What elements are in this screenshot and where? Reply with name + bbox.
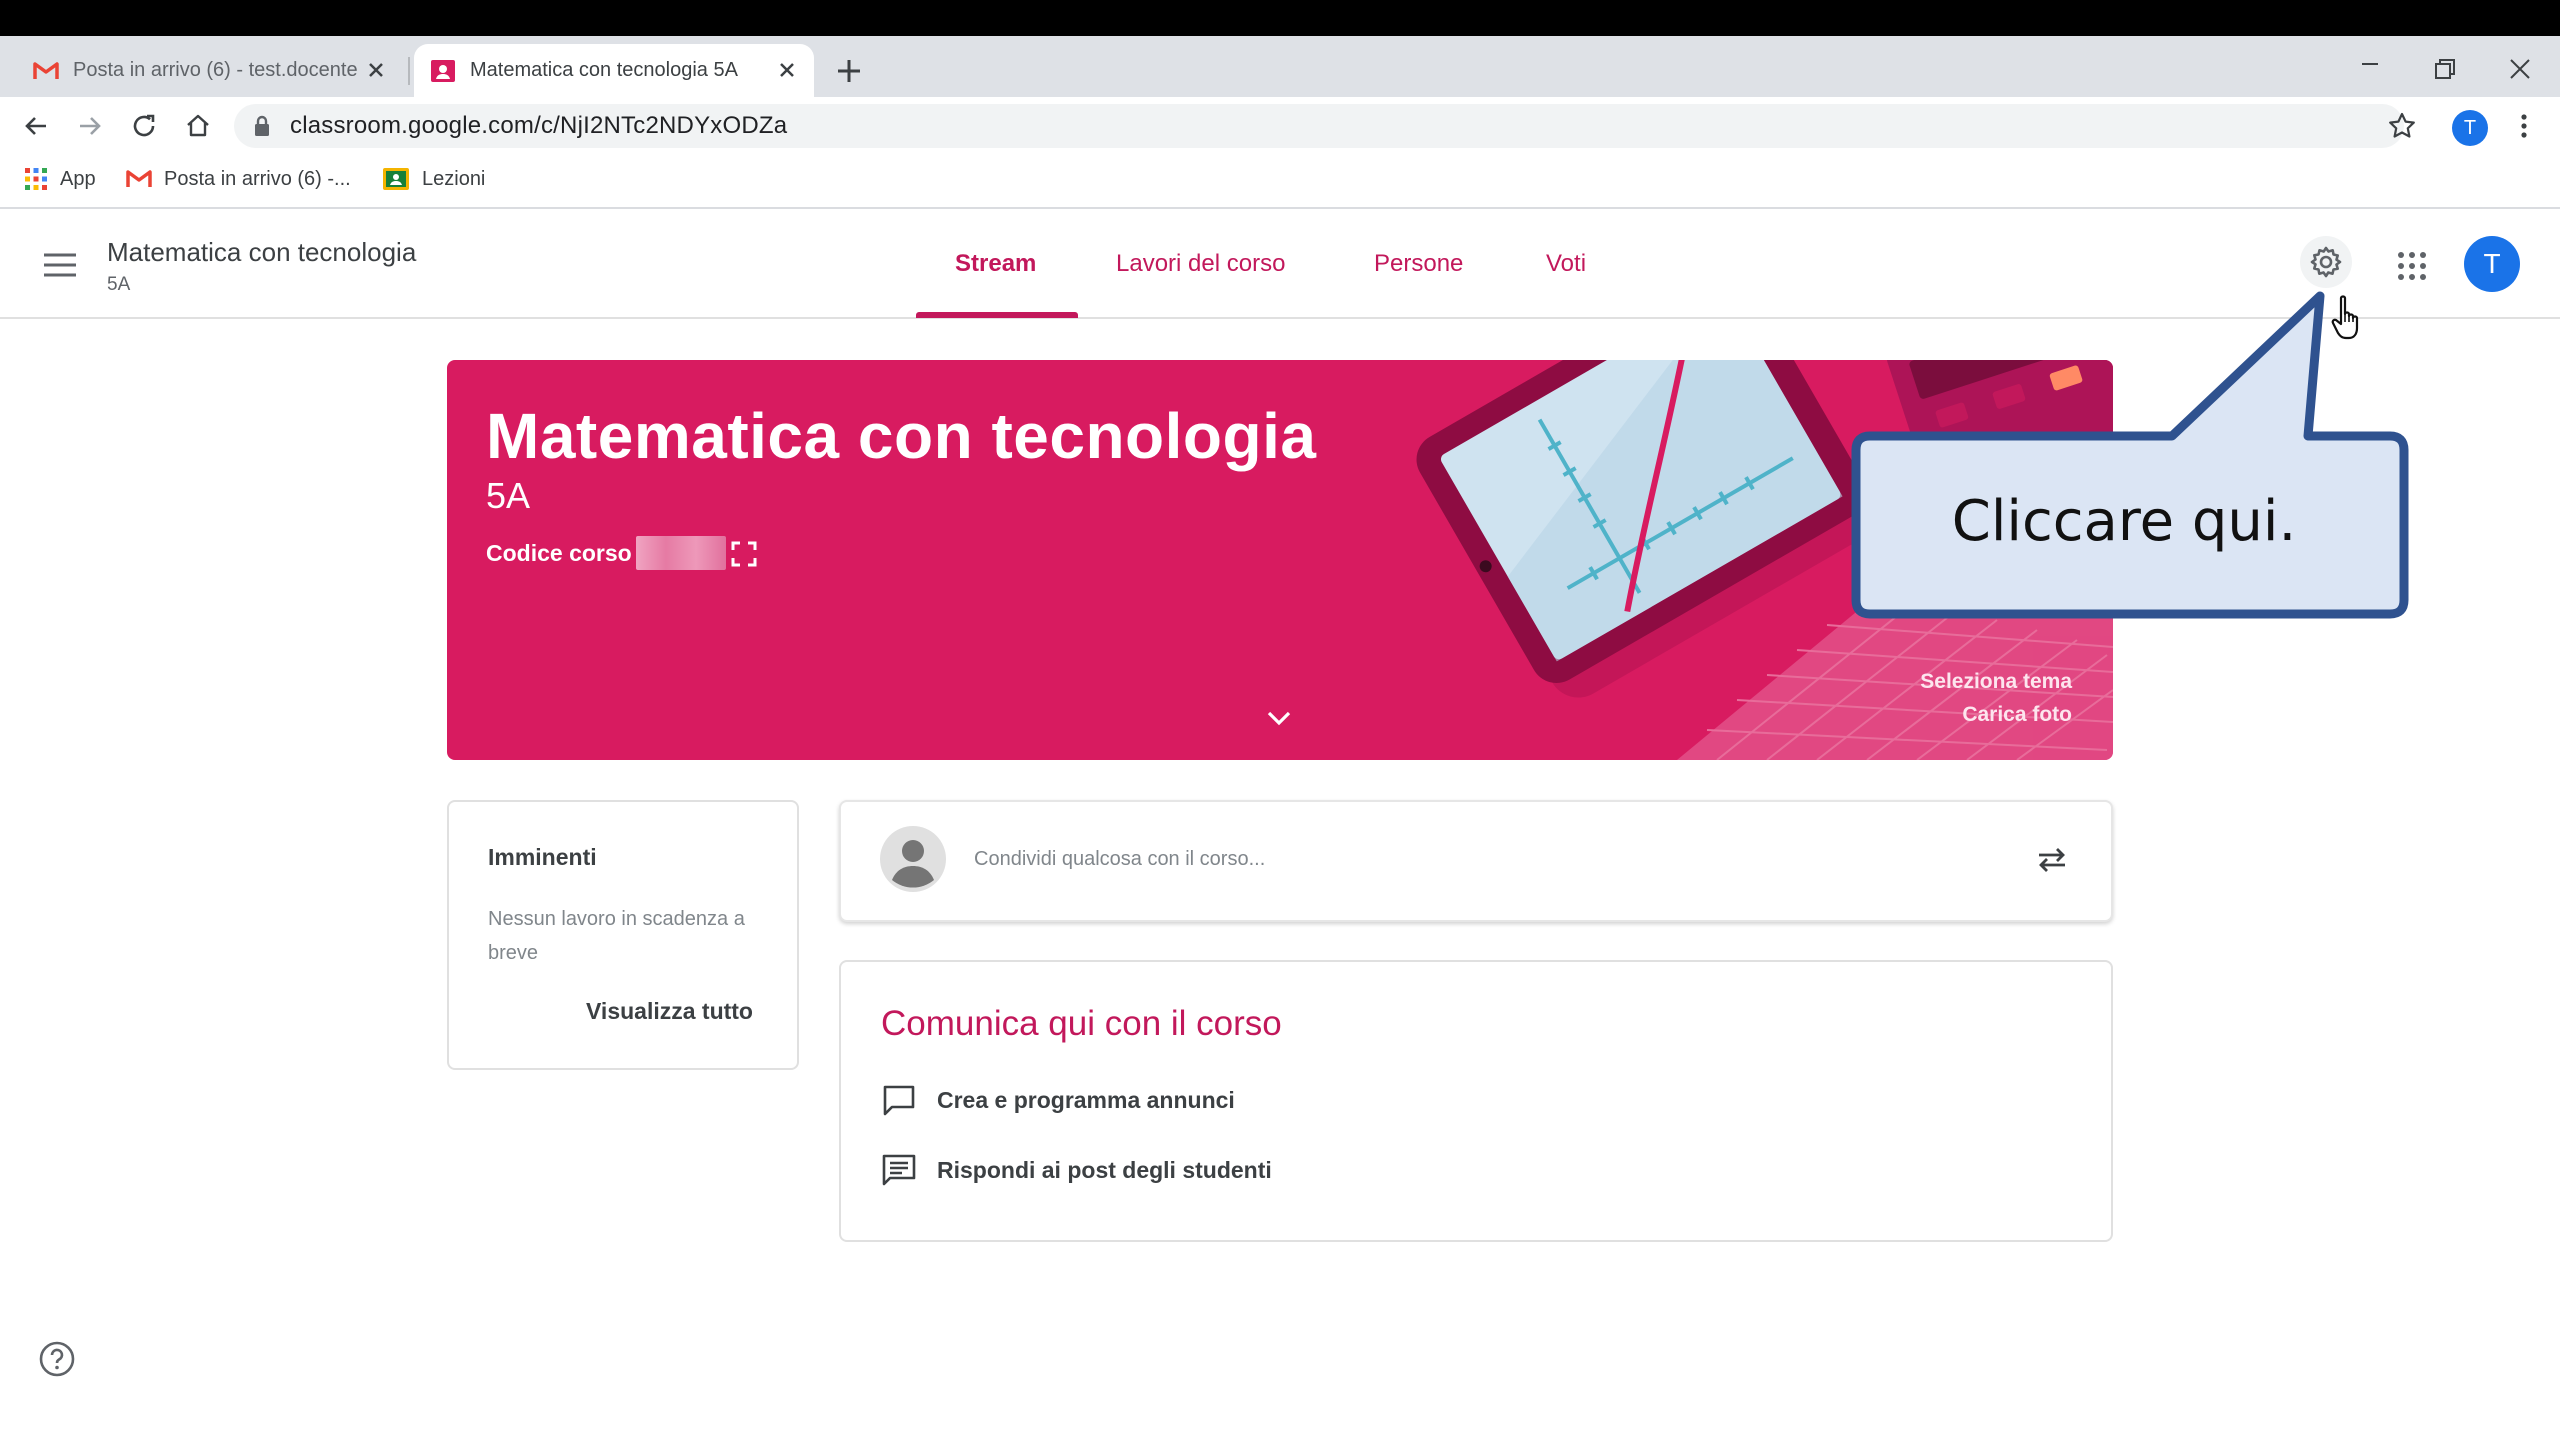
active-tab-indicator: [916, 312, 1078, 318]
bookmark-label: Posta in arrivo (6) -...: [164, 167, 351, 190]
banner-course-section: 5A: [486, 475, 531, 516]
close-icon[interactable]: [363, 57, 389, 83]
bookmark-label: App: [60, 167, 96, 190]
url-text[interactable]: classroom.google.com/c/NjI2NTc2NDYxODZa: [290, 111, 787, 141]
reload-icon[interactable]: [128, 110, 160, 142]
bookmark-lezioni[interactable]: Lezioni: [382, 164, 485, 194]
tab-stream[interactable]: Stream: [955, 246, 1036, 282]
upload-photo-link[interactable]: Carica foto: [1900, 701, 2072, 729]
browser-tab-gmail[interactable]: Posta in arrivo (6) - test.docente: [18, 44, 403, 97]
feature-reply-posts: Rispondi ai post degli studenti: [881, 1152, 1272, 1188]
classroom-bookmark-icon: [383, 168, 409, 190]
comment-icon: [882, 1154, 916, 1186]
forward-arrow-icon[interactable]: [74, 110, 106, 142]
tab-title: Matematica con tecnologia 5A: [470, 59, 738, 81]
course-code-redacted: [636, 536, 726, 570]
gmail-icon: [33, 61, 59, 79]
course-code-label: Codice corso: [486, 540, 632, 566]
help-icon[interactable]: [38, 1340, 76, 1378]
default-avatar-icon: [880, 826, 946, 892]
course-section: 5A: [107, 274, 131, 295]
account-avatar[interactable]: T: [2464, 236, 2520, 292]
feature-label: Rispondi ai post degli studenti: [937, 1156, 1272, 1183]
bookmark-star-icon[interactable]: [2386, 110, 2418, 142]
bookmark-label: Lezioni: [422, 167, 486, 190]
tab-classwork[interactable]: Lavori del corso: [1116, 246, 1285, 282]
view-all-link[interactable]: Visualizza tutto: [586, 996, 753, 1026]
tab-title: Posta in arrivo (6) - test.docente: [73, 59, 358, 81]
restore-icon[interactable]: [2424, 50, 2464, 90]
fullscreen-icon[interactable]: [730, 540, 758, 568]
tab-grades[interactable]: Voti: [1546, 246, 1586, 282]
communicate-title: Comunica qui con il corso: [881, 1004, 1282, 1043]
tab-separator: [408, 57, 410, 85]
bookmark-gmail[interactable]: Posta in arrivo (6) -...: [126, 164, 351, 194]
callout-text: Cliccare qui.: [1951, 489, 2297, 554]
window-close-icon[interactable]: [2500, 50, 2540, 90]
course-title[interactable]: Matematica con tecnologia: [107, 236, 416, 268]
upcoming-empty-text: Nessun lavoro in scadenza a breve: [488, 908, 745, 964]
feature-label: Crea e programma annunci: [937, 1086, 1235, 1113]
more-vert-icon[interactable]: [2514, 110, 2534, 142]
hand-cursor-icon: [2331, 295, 2359, 340]
browser-tab-classroom[interactable]: Matematica con tecnologia 5A: [414, 44, 814, 97]
lock-icon[interactable]: [252, 115, 272, 137]
minimize-icon[interactable]: [2350, 50, 2390, 90]
banner-course-title: Matematica con tecnologia: [486, 400, 1317, 472]
announcement-icon: [883, 1085, 915, 1116]
apps-grid-icon: [25, 168, 47, 190]
browser-profile-avatar[interactable]: T: [2452, 110, 2488, 146]
tab-people[interactable]: Persone: [1374, 246, 1463, 282]
new-tab-plus-icon[interactable]: [832, 54, 866, 88]
close-icon[interactable]: [774, 57, 800, 83]
upcoming-title: Imminenti: [488, 844, 597, 870]
gmail-icon: [126, 170, 152, 187]
repost-icon[interactable]: [2034, 842, 2070, 878]
screen-top-bar: [0, 0, 2560, 36]
back-arrow-icon[interactable]: [20, 110, 52, 142]
chevron-down-icon[interactable]: [1264, 706, 1294, 730]
bookmark-apps[interactable]: App: [24, 164, 96, 194]
share-placeholder[interactable]: Condividi qualcosa con il corso...: [974, 845, 1265, 873]
classroom-favicon-icon: [431, 59, 455, 82]
home-icon[interactable]: [182, 110, 214, 142]
select-theme-link[interactable]: Seleziona tema: [1900, 668, 2072, 696]
feature-create-announcements: Crea e programma annunci: [881, 1082, 1235, 1118]
menu-icon[interactable]: [42, 250, 78, 280]
